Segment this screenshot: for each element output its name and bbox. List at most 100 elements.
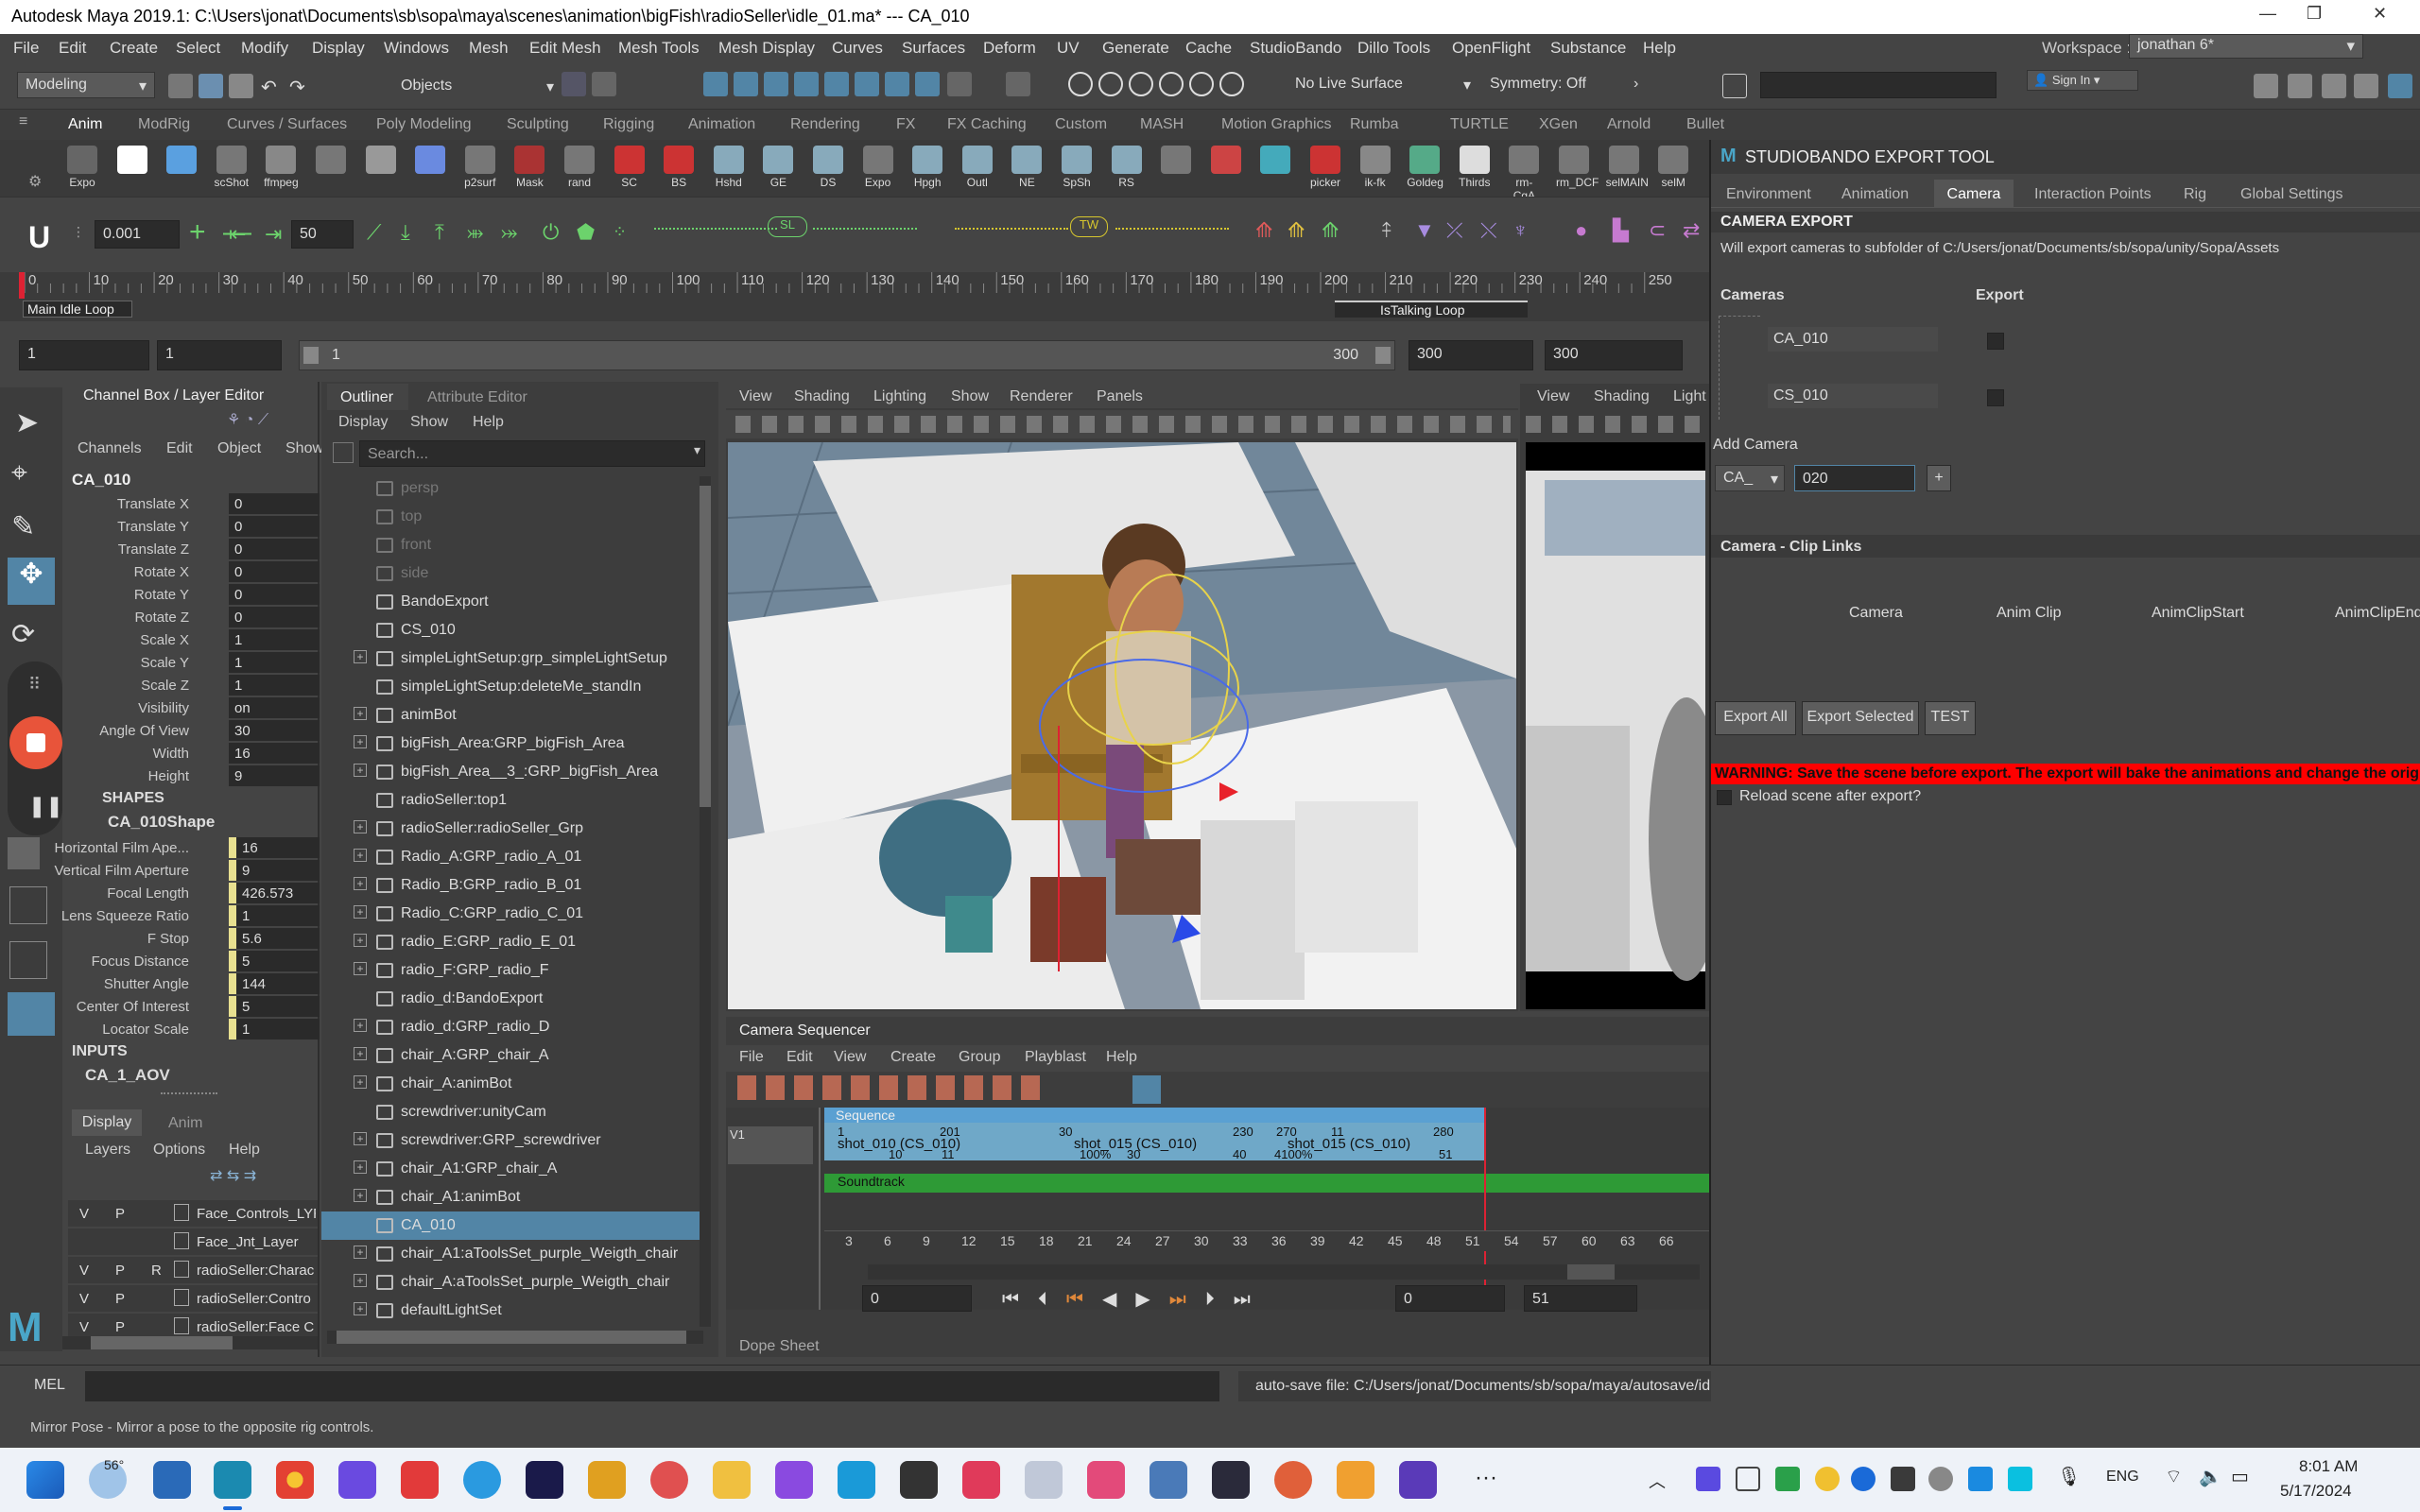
outliner-item[interactable]: + radioSeller:radioSeller_Grp [321,815,700,843]
layer-name[interactable]: radioSeller:Contro [197,1291,316,1307]
go-end-icon[interactable]: ⏭ [1234,1289,1270,1310]
dropdown-arrow-icon[interactable]: ▾ [1463,76,1471,94]
arrow-right-icon[interactable]: › [1634,76,1638,93]
channel-value[interactable]: 0 [229,584,320,605]
camera-prefix-dropdown[interactable]: CA_ ▾ [1715,465,1785,491]
layer-color-icon[interactable] [174,1261,189,1278]
new-scene-icon[interactable] [168,74,193,98]
layout-icon-2[interactable] [9,886,47,924]
channel-value[interactable]: 1 [229,652,320,673]
channel-rotate-x[interactable]: Rotate X 0 [62,561,320,584]
outliner-hscrollbar[interactable] [327,1331,703,1344]
step-forward-icon[interactable]: ⏵ [1205,1289,1234,1310]
channel-value[interactable]: 0 [229,516,320,537]
menu-substance[interactable]: Substance [1550,39,1626,58]
viewport-toolbar-icons[interactable] [735,416,1511,433]
viewport-persp[interactable]: View Shading Lighting Show Renderer Pane… [726,384,1518,1011]
outliner-item[interactable]: + Radio_B:GRP_radio_B_01 [321,871,700,900]
test-button[interactable]: TEST [1925,701,1976,735]
tray-icon-3[interactable] [1775,1467,1800,1491]
channel-value[interactable]: 9 [229,860,320,881]
tab-attribute-editor[interactable]: Attribute Editor [427,389,527,406]
shelf-tab-xgen[interactable]: XGen [1539,116,1578,133]
marker-istalking-loop[interactable]: IsTalking Loop [1335,301,1528,318]
menu-modify[interactable]: Modify [241,39,288,58]
outliner-item[interactable]: front [321,531,700,559]
range-handle-right[interactable] [1375,347,1391,364]
menu-generate[interactable]: Generate [1102,39,1169,58]
search-field[interactable] [1760,72,1996,98]
outliner-item[interactable]: + bigFish_Area:GRP_bigFish_Area [321,730,700,758]
menu-channel-object[interactable]: Object [217,440,261,457]
shelf-button-ge[interactable]: GE [760,146,796,191]
more-icon[interactable]: ··· [1475,1465,1497,1491]
splitter[interactable] [161,1092,217,1094]
layout-icon-4[interactable] [8,992,55,1036]
sequencer-tool-icons[interactable] [737,1075,1049,1100]
open-scene-icon[interactable] [199,74,223,98]
modeling-toolkit-icon[interactable] [2254,74,2278,98]
menu-dillo-tools[interactable]: Dillo Tools [1357,39,1430,58]
menu-curves[interactable]: Curves [832,39,883,58]
shelf-button-thirds[interactable]: Thirds [1457,146,1493,191]
app-icon-4[interactable] [1150,1461,1187,1499]
snap-live-icon[interactable] [855,72,879,96]
outliner-item[interactable]: persp [321,474,700,503]
magnet-icon[interactable]: U [28,220,50,255]
shelf-tab-rumba[interactable]: Rumba [1350,116,1399,133]
shelf-button-icon-5[interactable] [313,146,349,191]
channel-width[interactable]: Width 16 [62,743,320,765]
shelf-button-ds[interactable]: DS [810,146,846,191]
channel-translate-y[interactable]: Translate Y 0 [62,516,320,539]
microphone-icon[interactable]: 🎙 [2057,1465,2081,1488]
seq-end-field[interactable]: 0 [1395,1285,1505,1312]
expand-icon[interactable]: + [354,1047,367,1060]
outliner-item[interactable]: radioSeller:top1 [321,786,700,815]
vp-menu-renderer[interactable]: Renderer [1010,388,1073,405]
expand-icon[interactable]: + [354,764,367,777]
tab-environment[interactable]: Environment [1726,186,1811,203]
menu-studiobando[interactable]: StudioBando [1250,39,1341,58]
go-start-icon[interactable]: ⏮ [1002,1289,1038,1310]
export-checkbox-cs010[interactable] [1987,389,2004,406]
tab-outliner[interactable]: Outliner [327,384,408,410]
asana-icon[interactable] [650,1461,688,1499]
channel-value[interactable]: 16 [229,837,320,858]
shelf-tab-animation[interactable]: Animation [688,116,755,133]
edge-icon[interactable] [463,1461,501,1499]
chevron-up-icon[interactable]: ︿ [1649,1469,1666,1493]
outliner-item[interactable]: side [321,559,700,588]
shelf-button-spsh[interactable]: SpSh [1059,146,1095,191]
sequencer-hscroll[interactable] [868,1264,1700,1280]
channel-value[interactable]: 0 [229,539,320,559]
save-scene-icon[interactable] [229,74,253,98]
tween-icon[interactable]: ⤉ [1382,218,1392,243]
shelf-settings-icon[interactable]: ⚙ [28,172,42,191]
reload-scene-checkbox[interactable] [1717,790,1732,805]
next-key-icon[interactable]: ⏭ [1169,1289,1205,1310]
redo-icon[interactable]: ↷ [289,76,314,100]
key-icon[interactable]: ⬟ [577,220,595,245]
expand-icon[interactable]: + [354,934,367,947]
tw-button[interactable]: TW [1070,216,1108,237]
terminal-icon[interactable] [1212,1461,1250,1499]
cs-menu-playblast[interactable]: Playblast [1025,1049,1086,1066]
camera-row-cs010[interactable]: CS_010 [1768,384,1938,408]
layer-color-icon[interactable] [174,1232,189,1249]
tab-global-settings[interactable]: Global Settings [2240,186,2343,203]
channel-value[interactable]: 0 [229,561,320,582]
shape-focal-length[interactable]: Focal Length 426.573 [62,883,320,905]
link-icon[interactable]: ⊂ [1649,218,1666,243]
sequencer-active-tool-icon[interactable] [1132,1075,1161,1104]
shelf-button-rm-cga[interactable]: rm-CgA [1506,146,1542,202]
search-dropdown-icon[interactable]: ▾ [694,442,700,458]
key-yellow-icon[interactable]: ⟰ [1288,218,1305,243]
viewport-toolbar[interactable] [726,410,1518,438]
channel-value[interactable]: 5 [229,951,320,971]
shape-vertical-film-aperture[interactable]: Vertical Film Aperture 9 [54,860,320,883]
channel-rotate-z[interactable]: Rotate Z 0 [62,607,320,629]
menu-uv[interactable]: UV [1057,39,1080,58]
menu-options[interactable]: Options [153,1142,205,1159]
expand-icon[interactable]: + [354,1246,367,1259]
shape-shutter-angle[interactable]: Shutter Angle 144 [62,973,320,996]
